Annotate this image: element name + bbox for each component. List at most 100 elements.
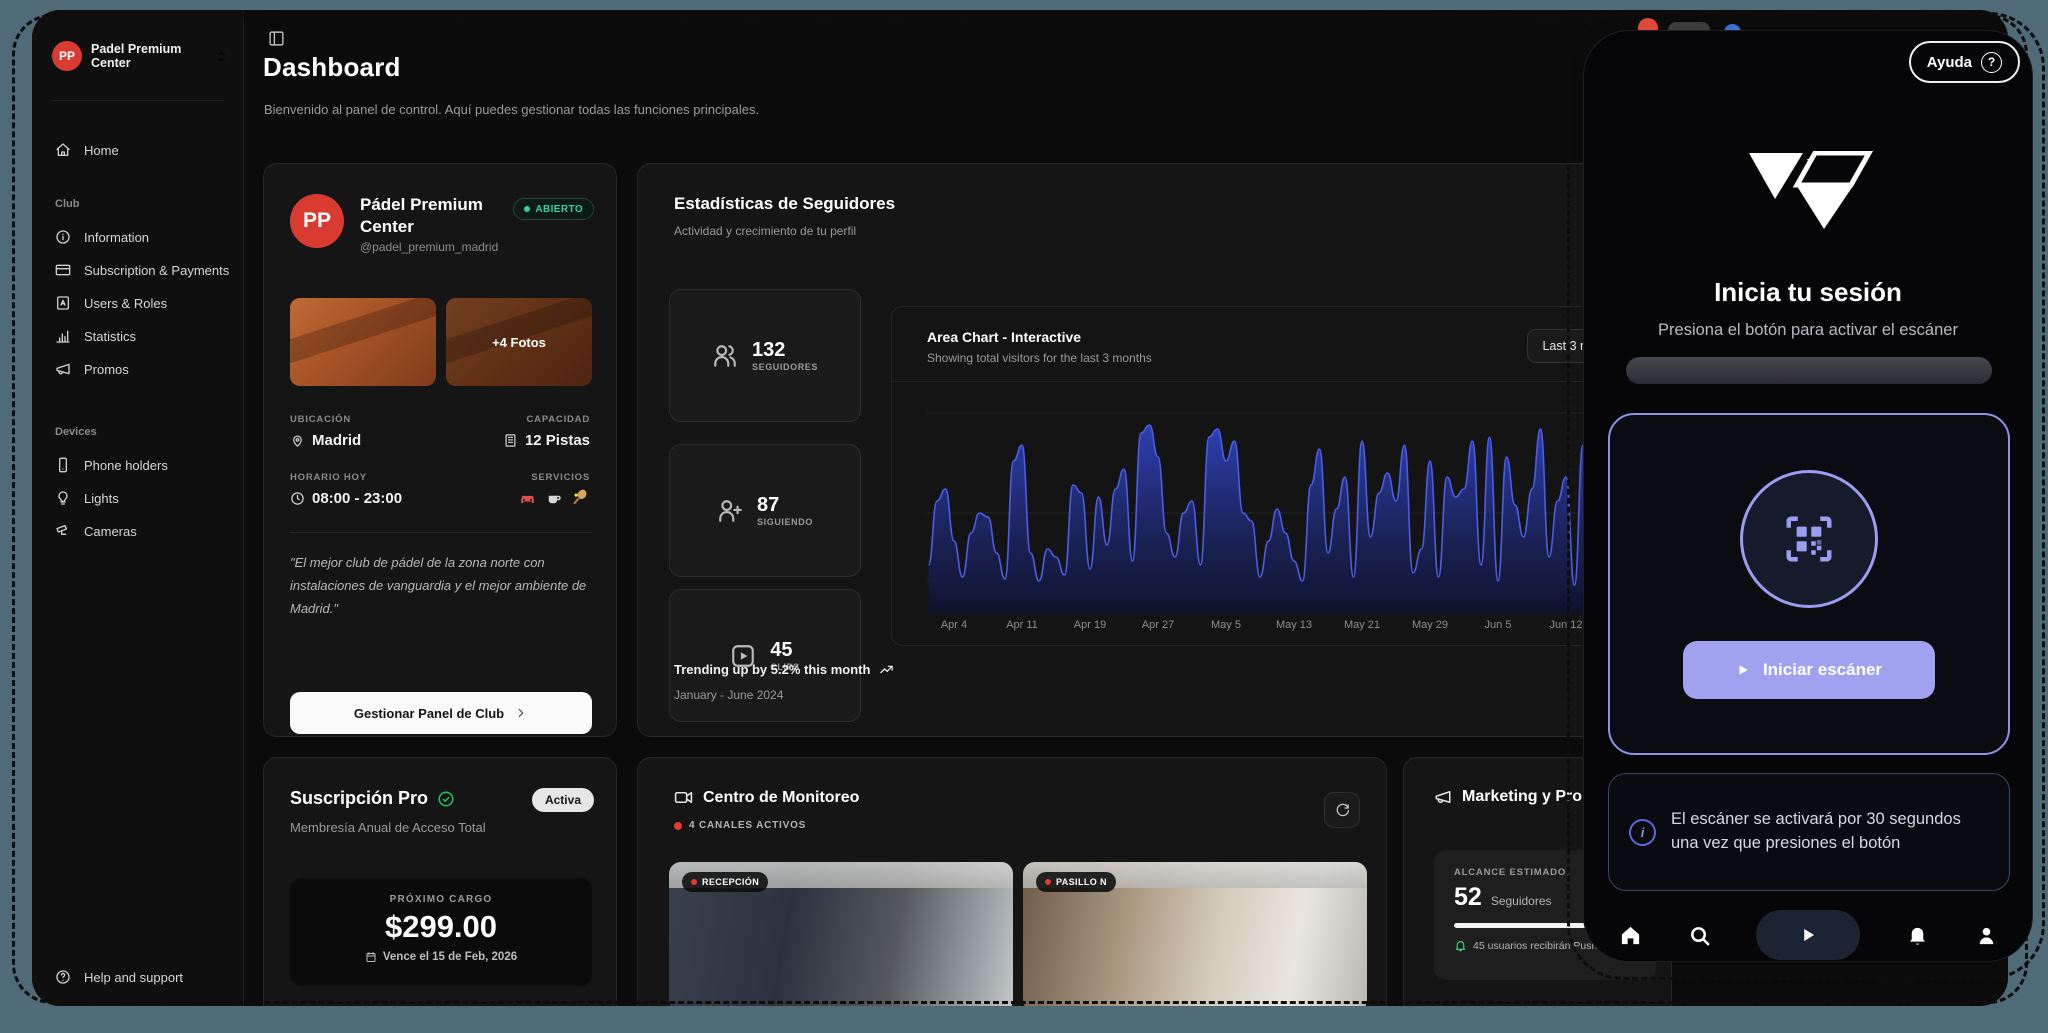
x-tick: Jun 5 xyxy=(1468,619,1528,631)
x-tick: Apr 27 xyxy=(1128,619,1188,631)
hours-text: 08:00 - 23:00 xyxy=(312,490,402,507)
x-tick: May 5 xyxy=(1196,619,1256,631)
promos-section-label: PROMOCIONES EN CURSO xyxy=(1434,1004,1610,1006)
credit-card-icon xyxy=(55,262,71,278)
search-icon xyxy=(1688,924,1711,947)
trend-text: Trending up by 5.2% this month xyxy=(674,662,894,677)
panel-left-icon xyxy=(268,30,285,47)
nav-play-button[interactable] xyxy=(1756,910,1860,960)
scanner-target-circle[interactable] xyxy=(1740,470,1878,608)
hours-value: 08:00 - 23:00 xyxy=(290,490,402,507)
promos-label-text: PROMOCIONES EN CURSO xyxy=(1456,1005,1610,1006)
subscription-title: Suscripción Pro xyxy=(290,788,455,809)
feed-label: PASILLO N xyxy=(1036,872,1116,892)
monitoring-title: Centro de Monitoreo xyxy=(674,788,859,807)
sidebar-item-users-roles[interactable]: Users & Roles xyxy=(44,288,232,318)
brand-avatar: PP xyxy=(52,41,82,71)
sidebar-item-home[interactable]: Home xyxy=(44,135,232,165)
camera-feed-reception[interactable]: RECEPCIÓN xyxy=(669,862,1013,1006)
status-badge-label: ABIERTO xyxy=(535,204,583,215)
qr-code-icon xyxy=(1782,512,1836,566)
question-circle-icon: ? xyxy=(1981,52,2002,73)
megaphone-icon xyxy=(55,361,71,377)
scanner-info-text: El escáner se activará por 30 segundos u… xyxy=(1671,808,1987,856)
sidebar-item-subscription-payments[interactable]: Subscription & Payments xyxy=(44,255,232,285)
area-chart[interactable] xyxy=(927,391,1627,613)
sidebar-item-label: Information xyxy=(84,230,149,245)
sidebar-item-information[interactable]: Information xyxy=(44,222,232,252)
calendar-icon xyxy=(365,951,377,963)
sidebar-divider xyxy=(52,100,224,101)
car-icon xyxy=(518,488,537,507)
refresh-icon xyxy=(1335,803,1350,818)
stat-tile-clips[interactable]: 45CLIPS xyxy=(669,589,861,722)
area-chart-svg xyxy=(927,391,1627,613)
sidebar-section-club: Club xyxy=(55,198,79,210)
club-photo-1[interactable] xyxy=(290,298,436,386)
chart-x-axis: Apr 4Apr 11Apr 19Apr 27May 5May 13May 21… xyxy=(927,619,1627,635)
due-text: Vence el 15 de Feb, 2026 xyxy=(383,951,517,963)
chart-header-divider xyxy=(892,381,1662,382)
chart-subtitle: Showing total visitors for the last 3 mo… xyxy=(927,351,1152,365)
scanner-info-box: i El escáner se activará por 30 segundos… xyxy=(1608,773,2010,891)
megaphone-icon xyxy=(1434,788,1452,806)
subscription-title-text: Suscripción Pro xyxy=(290,788,428,809)
map-pin-icon xyxy=(290,433,305,448)
x-tick: Apr 11 xyxy=(992,619,1052,631)
nav-profile-button[interactable] xyxy=(1974,923,1998,947)
stat-tile-siguiendo[interactable]: 87SIGUIENDO xyxy=(669,444,861,577)
capacity-text: 12 Pistas xyxy=(525,432,590,449)
refresh-button[interactable] xyxy=(1324,792,1360,828)
more-photos-overlay[interactable]: +4 Fotos xyxy=(446,298,592,386)
x-tick: May 13 xyxy=(1264,619,1324,631)
club-name-line2: Center xyxy=(360,216,483,238)
camera-feed-pasillo[interactable]: PASILLO N xyxy=(1023,862,1367,1006)
stat-tile-seguidores[interactable]: 132SEGUIDORES xyxy=(669,289,861,422)
coffee-icon xyxy=(545,489,563,507)
stat-label: SIGUIENDO xyxy=(757,517,813,527)
workspace-switcher[interactable]: PP Padel Premium Center xyxy=(52,40,228,72)
club-name-line1: Pádel Premium xyxy=(360,194,483,216)
next-charge-due: Vence el 15 de Feb, 2026 xyxy=(290,951,592,963)
club-handle: @padel_premium_madrid xyxy=(360,240,498,254)
chevron-right-icon xyxy=(514,706,528,720)
brand-logo xyxy=(1745,151,1873,231)
services-icons xyxy=(518,488,590,507)
sidebar-item-promos[interactable]: Promos xyxy=(44,354,232,384)
sidebar-section-devices: Devices xyxy=(55,426,97,438)
club-quote: "El mejor club de pádel de la zona norte… xyxy=(290,552,590,620)
clock-icon xyxy=(290,491,305,506)
nav-notifications-button[interactable] xyxy=(1905,923,1929,947)
sidebar-item-label: Phone holders xyxy=(84,458,168,473)
phone-bottom-nav xyxy=(1584,907,2032,962)
nav-search-button[interactable] xyxy=(1687,923,1711,947)
manage-club-button[interactable]: Gestionar Panel de Club xyxy=(290,692,592,734)
manage-club-label: Gestionar Panel de Club xyxy=(354,706,504,721)
play-icon xyxy=(1736,663,1750,677)
start-scanner-button[interactable]: Iniciar escáner xyxy=(1683,641,1935,699)
location-label: UBICACIÓN xyxy=(290,414,351,425)
sidebar-item-statistics[interactable]: Statistics xyxy=(44,321,232,351)
sidebar-item-label: Cameras xyxy=(84,524,137,539)
feed-label-text: RECEPCIÓN xyxy=(702,877,759,887)
channels-status: 4 CANALES ACTIVOS xyxy=(674,820,806,831)
sidebar-toggle-button[interactable] xyxy=(268,30,285,48)
sidebar-item-lights[interactable]: Lights xyxy=(44,483,232,513)
sidebar-item-cameras[interactable]: Cameras xyxy=(44,516,232,546)
login-subtitle: Presiona el botón para activar el escáne… xyxy=(1584,321,2032,340)
subscription-subtitle: Membresía Anual de Acceso Total xyxy=(290,820,486,835)
smartphone-icon xyxy=(55,457,71,473)
sidebar-item-help-support[interactable]: Help and support xyxy=(44,962,232,992)
feed-label: RECEPCIÓN xyxy=(682,872,768,892)
hours-label: HORARIO HOY xyxy=(290,472,367,483)
channels-status-text: 4 CANALES ACTIVOS xyxy=(689,820,806,831)
trend-range: January - June 2024 xyxy=(674,688,783,702)
racket-icon xyxy=(571,488,590,507)
club-profile-card: PP Pádel Premium Center @padel_premium_m… xyxy=(263,163,617,737)
help-button[interactable]: Ayuda ? xyxy=(1909,41,2020,83)
reach-unit: Seguidores xyxy=(1491,894,1552,908)
chart-title: Area Chart - Interactive xyxy=(927,329,1081,345)
club-photo-2[interactable]: +4 Fotos xyxy=(446,298,592,386)
sidebar-item-phone-holders[interactable]: Phone holders xyxy=(44,450,232,480)
nav-home-button[interactable] xyxy=(1618,923,1642,947)
